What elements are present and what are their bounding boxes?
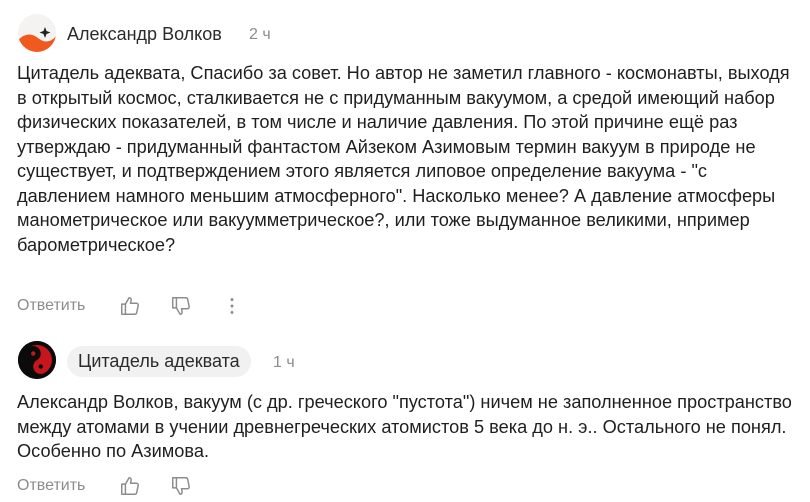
- comment-author[interactable]: Александр Волков: [67, 24, 222, 45]
- comment-text: Цитадель адеквата, Спасибо за совет. Но …: [17, 63, 790, 255]
- comment-author[interactable]: Цитадель адеквата: [67, 346, 251, 377]
- orange-wave-star-avatar-icon: [18, 14, 56, 52]
- like-button[interactable]: [119, 475, 143, 499]
- like-button[interactable]: [119, 295, 143, 319]
- more-options-button[interactable]: [221, 295, 245, 319]
- user-avatar[interactable]: [18, 14, 56, 52]
- thumbs-down-icon: [172, 477, 190, 495]
- comment-timestamp: 2 ч: [249, 26, 271, 43]
- dislike-button[interactable]: [170, 295, 194, 319]
- user-avatar[interactable]: [18, 341, 56, 379]
- dislike-button[interactable]: [170, 475, 194, 499]
- reply-button[interactable]: Ответить: [17, 297, 85, 315]
- comment-timestamp: 1 ч: [273, 354, 295, 371]
- yin-yang-avatar-icon: [18, 341, 56, 379]
- thumbs-up-icon: [121, 297, 139, 315]
- reply-button[interactable]: Ответить: [17, 477, 85, 495]
- thumbs-up-icon: [121, 477, 139, 495]
- comment-text: Александр Волков, вакуум (с др. греческо…: [17, 392, 792, 461]
- thumbs-down-icon: [172, 297, 190, 315]
- more-vertical-icon: [230, 298, 234, 314]
